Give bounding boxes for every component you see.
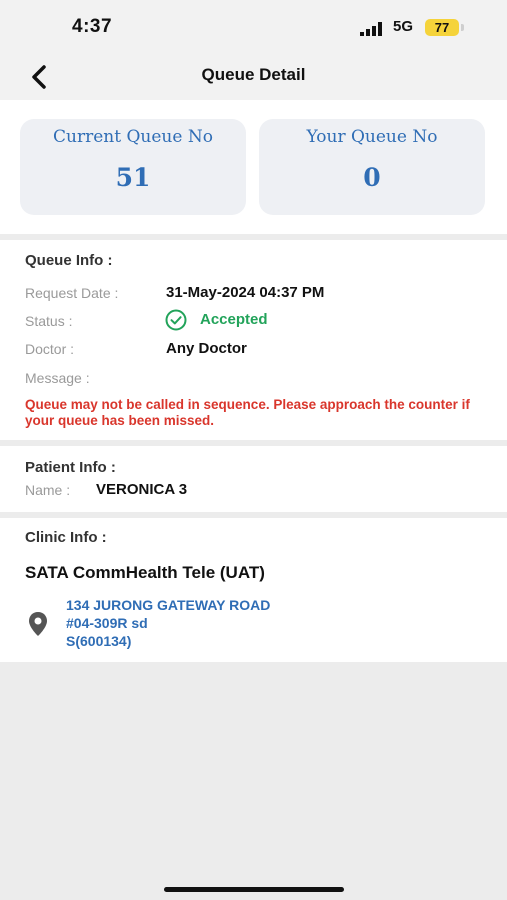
clinic-name: SATA CommHealth Tele (UAT): [25, 563, 265, 582]
network-label: 5G: [393, 18, 414, 35]
current-queue-label: Current Queue No: [53, 127, 213, 147]
current-queue-card: Current Queue No 51: [20, 119, 246, 215]
queue-info-section: Queue Info : Request Date : 31-May-2024 …: [0, 240, 507, 440]
clinic-address-line3[interactable]: S(600134): [66, 633, 131, 649]
location-pin-icon[interactable]: [27, 611, 49, 637]
request-date-value: 31-May-2024 04:37 PM: [166, 284, 325, 301]
your-queue-label: Your Queue No: [306, 127, 438, 147]
home-indicator: [164, 887, 344, 892]
current-queue-value: 51: [115, 163, 151, 192]
patient-name-label: Name :: [25, 482, 71, 498]
queue-warning-message: Queue may not be called in sequence. Ple…: [25, 397, 470, 428]
message-label: Message :: [25, 370, 90, 386]
clinic-address-line2[interactable]: #04-309R sd: [66, 615, 148, 631]
check-circle-icon: [165, 309, 187, 331]
status-time: 4:37: [72, 16, 113, 37]
your-queue-card: Your Queue No 0: [259, 119, 485, 215]
battery-tip: [461, 24, 464, 31]
patient-info-section: Patient Info : Name : VERONICA 3: [0, 446, 507, 512]
clinic-info-title: Clinic Info :: [25, 529, 107, 546]
patient-info-title: Patient Info :: [25, 459, 116, 476]
patient-name-value: VERONICA 3: [96, 481, 188, 498]
page-title: Queue Detail: [201, 65, 306, 84]
queue-numbers-section: Current Queue No 51 Your Queue No 0: [0, 100, 507, 234]
status-bar: 4:37 5G 77: [0, 0, 507, 56]
battery-icon: 77: [425, 19, 459, 36]
status-label: Status :: [25, 313, 73, 329]
status-value: Accepted: [200, 311, 268, 328]
queue-info-title: Queue Info :: [25, 252, 113, 269]
clinic-info-section: Clinic Info : SATA CommHealth Tele (UAT)…: [0, 518, 507, 662]
clinic-address-line1[interactable]: 134 JURONG GATEWAY ROAD: [66, 597, 270, 613]
doctor-value: Any Doctor: [166, 340, 247, 357]
signal-icon: [360, 22, 382, 36]
doctor-label: Doctor :: [25, 341, 75, 357]
request-date-label: Request Date :: [25, 285, 119, 301]
nav-bar: Queue Detail: [0, 56, 507, 100]
your-queue-value: 0: [363, 163, 381, 192]
